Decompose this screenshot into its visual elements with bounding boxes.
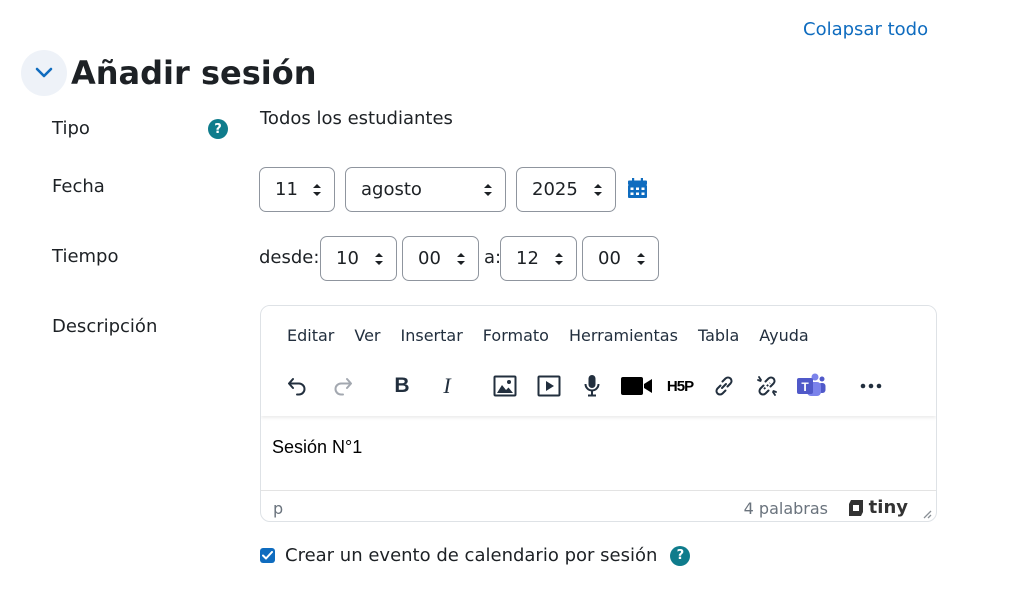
italic-icon: I [443,373,451,398]
descripcion-label: Descripción [52,316,158,337]
h5p-button[interactable]: H5P [662,369,698,403]
section-toggle-button[interactable] [21,50,67,96]
section-title: Añadir sesión [71,54,317,92]
calendar-icon[interactable] [628,178,647,198]
to-minute-value: 00 [598,248,621,269]
select-arrows-icon [313,184,321,196]
image-icon [493,375,517,397]
teams-letter: T [801,380,809,394]
menu-insertar[interactable]: Insertar [391,326,473,345]
redo-button[interactable] [326,369,360,403]
editor-content[interactable]: Sesión N°1 [272,437,362,458]
editor-menubar: Editar Ver Insertar Formato Herramientas… [277,326,819,345]
resize-handle-icon[interactable] [922,509,932,519]
year-value: 2025 [532,179,578,200]
editor-statusbar: p 4 palabras tiny [261,490,936,521]
word-count[interactable]: 4 palabras [744,499,828,518]
select-arrows-icon [594,184,602,196]
collapse-all-link[interactable]: Colapsar todo [803,19,928,40]
tiny-logo[interactable]: tiny [847,497,908,518]
redo-icon [334,378,352,396]
from-minute-select[interactable]: 00 [402,236,479,281]
tiny-logo-icon [848,499,863,516]
rich-text-editor: Editar Ver Insertar Formato Herramientas… [260,305,937,522]
calendar-event-checkbox[interactable] [260,548,275,563]
a-label: a: [484,247,502,268]
day-value: 11 [275,179,298,200]
to-hour-value: 12 [516,248,539,269]
tipo-value: Todos los estudiantes [260,108,453,129]
menu-ayuda[interactable]: Ayuda [749,326,818,345]
menu-herramientas[interactable]: Herramientas [559,326,688,345]
teams-meeting-button[interactable]: T [794,369,828,403]
from-minute-value: 00 [418,248,441,269]
menu-tabla[interactable]: Tabla [688,326,749,345]
to-minute-select[interactable]: 00 [582,236,659,281]
more-button[interactable] [854,369,888,403]
to-hour-select[interactable]: 12 [500,236,577,281]
more-icon [860,383,882,389]
link-icon [715,376,733,396]
bold-icon: B [394,374,410,397]
unlink-button[interactable] [750,369,784,403]
editor-toolbar: B I H5P T [261,364,936,408]
tipo-help-icon[interactable]: ? [208,119,228,139]
microphone-icon [584,375,600,397]
from-hour-value: 10 [336,248,359,269]
year-select[interactable]: 2025 [516,167,616,212]
select-arrows-icon [637,253,645,265]
chevron-down-icon [35,67,53,78]
desde-label: desde: [259,247,320,268]
select-arrows-icon [457,253,465,265]
tipo-label: Tipo [52,118,90,139]
menu-formato[interactable]: Formato [473,326,559,345]
italic-button[interactable]: I [430,369,464,403]
video-camera-icon [621,377,652,395]
h5p-icon: H5P [666,377,694,395]
select-arrows-icon [555,253,563,265]
from-hour-select[interactable]: 10 [320,236,397,281]
select-arrows-icon [484,184,492,196]
month-select[interactable]: agosto [345,167,506,212]
calendar-event-help-icon[interactable]: ? [670,545,691,566]
day-select[interactable]: 11 [259,167,335,212]
month-value: agosto [361,179,422,200]
record-video-button[interactable] [619,369,655,403]
editor-header: Editar Ver Insertar Formato Herramientas… [261,306,936,416]
menu-editar[interactable]: Editar [277,326,344,345]
media-button[interactable] [532,369,566,403]
element-path[interactable]: p [273,499,283,518]
section-header: Añadir sesión [21,50,316,96]
media-icon [537,375,561,397]
tiempo-label: Tiempo [52,246,119,267]
teams-icon: T [797,373,826,396]
calendar-event-row: Crear un evento de calendario por sesión… [260,545,691,566]
select-arrows-icon [375,253,383,265]
checkmark-icon [262,551,273,560]
undo-button[interactable] [280,369,314,403]
link-button[interactable] [707,369,741,403]
bold-button[interactable]: B [385,369,419,403]
undo-icon [288,378,306,396]
menu-ver[interactable]: Ver [344,326,390,345]
fecha-label: Fecha [52,176,105,197]
calendar-event-label[interactable]: Crear un evento de calendario por sesión [285,545,657,566]
tiny-brand-text: tiny [868,497,908,518]
image-button[interactable] [488,369,522,403]
unlink-icon [757,376,777,396]
record-audio-button[interactable] [575,369,609,403]
